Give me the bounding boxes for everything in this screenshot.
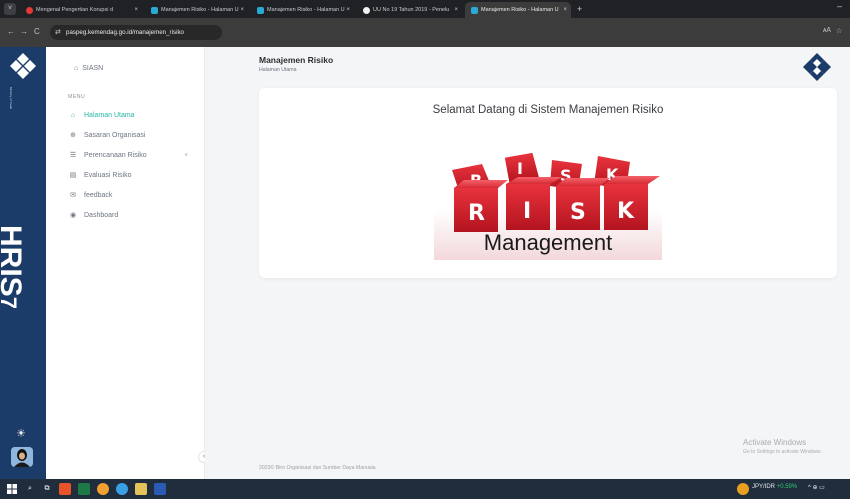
tab-favicon-icon	[151, 6, 158, 14]
tab-search-button[interactable]: ˅	[4, 3, 16, 15]
welcome-heading: Selamat Datang di Sistem Manajemen Risik…	[432, 104, 664, 116]
currency-pair: JPY/IDR	[752, 484, 776, 490]
tab-title: Mengenal Pengertian Korupsi d	[36, 7, 114, 13]
new-tab-button[interactable]: +	[577, 2, 582, 16]
sidebar: ⌂ SIASN MENU ⌂ Halaman Utama ⊕ Sasaran Orga…	[46, 47, 205, 479]
main-content: Manajemen Risiko Halaman Utama Selamat D…	[205, 47, 850, 479]
tab-favicon-icon	[26, 6, 33, 14]
dashboard-icon: ◉	[69, 212, 77, 219]
chat-icon: ✉	[70, 192, 76, 199]
currency-change: +0.59%	[776, 484, 798, 490]
home-icon: ⌂	[70, 112, 76, 119]
forward-button[interactable]: →	[20, 27, 28, 37]
brand-tagline: Ministry of Trade	[9, 87, 13, 110]
browser-tab[interactable]: Manajemen Risiko - Halaman U ×	[251, 2, 354, 18]
sidebar-item-label: Dashboard	[84, 212, 119, 219]
url-text: paspeg.kemendag.go.id/manajemen_risiko	[66, 29, 184, 36]
bookmark-star-icon[interactable]: ☆	[836, 27, 842, 35]
windows-start-icon[interactable]	[6, 483, 18, 495]
tab-title: UU No 19 Tahun 2019 - Penelu	[373, 7, 450, 13]
excel-icon[interactable]	[78, 483, 90, 495]
theme-toggle-icon[interactable]: ☀	[16, 427, 26, 440]
page-title: Manajemen Risiko	[259, 55, 334, 65]
die-letter: I	[523, 199, 531, 224]
tab-close-icon[interactable]: ×	[454, 2, 458, 18]
tab-close-icon[interactable]: ×	[563, 2, 567, 18]
chevron-down-icon: ˅	[184, 153, 188, 159]
sidebar-item-sasaran-organisasi[interactable]: ⊕ Sasaran Organisasi	[68, 129, 198, 143]
brand-rail: HRIS7 Ministry of Trade ☀	[0, 47, 46, 479]
window-minimize-button[interactable]: –	[837, 1, 842, 11]
sidebar-item-evaluasi-risiko[interactable]: ▤ Evaluasi Risiko	[68, 169, 198, 183]
hris-logo-icon	[10, 53, 36, 79]
brand-wordmark: HRIS7	[0, 225, 27, 309]
tab-close-icon[interactable]: ×	[346, 2, 350, 18]
watermark-title: Activate Windows	[743, 438, 807, 447]
welcome-card: Selamat Datang di Sistem Manajemen Risik…	[259, 88, 837, 278]
browser-tab[interactable]: Manajemen Risiko - Halaman U ×	[145, 2, 248, 18]
user-avatar-icon	[11, 447, 33, 467]
breadcrumb: Halaman Utama	[259, 67, 297, 73]
kemendag-logo-icon	[803, 53, 831, 81]
image-caption: Management	[484, 230, 612, 255]
trash-icon: ▤	[69, 172, 77, 179]
page-footer: 2023© Biro Organisasi dan Sumber Daya Ma…	[259, 465, 376, 471]
site-info-icon[interactable]: ⇄	[55, 25, 61, 40]
avatar[interactable]	[11, 447, 33, 467]
die-letter: R	[468, 201, 485, 226]
tab-favicon-icon	[257, 6, 264, 14]
windows-activation-watermark: Activate Windows Go to Settings to activ…	[743, 438, 822, 455]
die-letter: I	[517, 159, 523, 178]
paint-icon[interactable]	[97, 483, 109, 495]
word-icon[interactable]	[154, 483, 166, 495]
powerpoint-icon[interactable]	[59, 483, 71, 495]
menu-section-title: MENU	[68, 94, 86, 100]
brand-version: 7	[0, 297, 21, 309]
translate-icon[interactable]: 🗚	[823, 27, 831, 35]
tab-favicon-icon	[471, 6, 478, 14]
currency-flag-icon	[737, 483, 749, 495]
browser-tab-strip: ˅ Mengenal Pengertian Korupsi d × Manaje…	[0, 0, 850, 18]
die-letter: S	[570, 200, 586, 225]
browser-tab[interactable]: Mengenal Pengertian Korupsi d ×	[20, 2, 142, 18]
tab-title: Manajemen Risiko - Halaman U	[161, 7, 239, 13]
sidebar-item-perencanaan-risiko[interactable]: ☰ Perencanaan Risiko ˅	[68, 149, 198, 163]
bank-icon: ⌂	[74, 65, 79, 72]
tab-close-icon[interactable]: ×	[240, 2, 244, 18]
sidebar-item-dashboard[interactable]: ◉ Dashboard	[68, 209, 198, 223]
watermark-subtitle: Go to Settings to activate Windows.	[743, 449, 822, 455]
risk-management-image: R I S K R I S K Management	[434, 152, 662, 260]
app-label: SIASN	[82, 65, 104, 72]
brand-name: HRIS	[0, 225, 27, 297]
die-letter: K	[617, 199, 635, 224]
target-icon: ⊕	[70, 132, 76, 139]
sidebar-item-label: Sasaran Organisasi	[84, 132, 146, 139]
file-explorer-icon[interactable]	[135, 483, 147, 495]
task-view-icon[interactable]: ⧉	[41, 483, 53, 495]
chrome-icon[interactable]	[116, 483, 128, 495]
browser-toolbar: ← → C ⇄ paspeg.kemendag.go.id/manajemen_…	[0, 18, 850, 47]
tab-close-icon[interactable]: ×	[134, 2, 138, 18]
list-icon: ☰	[69, 152, 77, 159]
app-switcher[interactable]: ⌂ SIASN	[74, 65, 103, 72]
sidebar-item-feedback[interactable]: ✉ feedback	[68, 189, 198, 203]
windows-taskbar: ⌕ ⧉ JPY/IDR +0.59% ^ ⊕ ▭	[0, 479, 850, 499]
system-tray[interactable]: ^ ⊕ ▭	[808, 484, 825, 491]
sidebar-item-halaman-utama[interactable]: ⌂ Halaman Utama	[68, 109, 198, 123]
sidebar-item-label: feedback	[84, 192, 113, 199]
tab-title: Manajemen Risiko - Halaman U	[267, 7, 345, 13]
browser-tab-active[interactable]: Manajemen Risiko - Halaman U ×	[465, 2, 571, 18]
currency-ticker[interactable]: JPY/IDR +0.59%	[752, 484, 797, 490]
tab-favicon-icon	[363, 6, 370, 14]
sidebar-item-label: Evaluasi Risiko	[84, 172, 132, 179]
sidebar-item-label: Perencanaan Risiko	[84, 152, 147, 159]
address-bar[interactable]: ⇄ paspeg.kemendag.go.id/manajemen_risiko	[50, 25, 222, 40]
tab-title: Manajemen Risiko - Halaman U	[481, 7, 559, 13]
back-button[interactable]: ←	[7, 27, 15, 37]
sidebar-item-label: Halaman Utama	[84, 112, 135, 119]
search-icon[interactable]: ⌕	[24, 483, 36, 495]
reload-button[interactable]: C	[34, 27, 40, 37]
browser-tab[interactable]: UU No 19 Tahun 2019 - Penelu ×	[357, 2, 462, 18]
